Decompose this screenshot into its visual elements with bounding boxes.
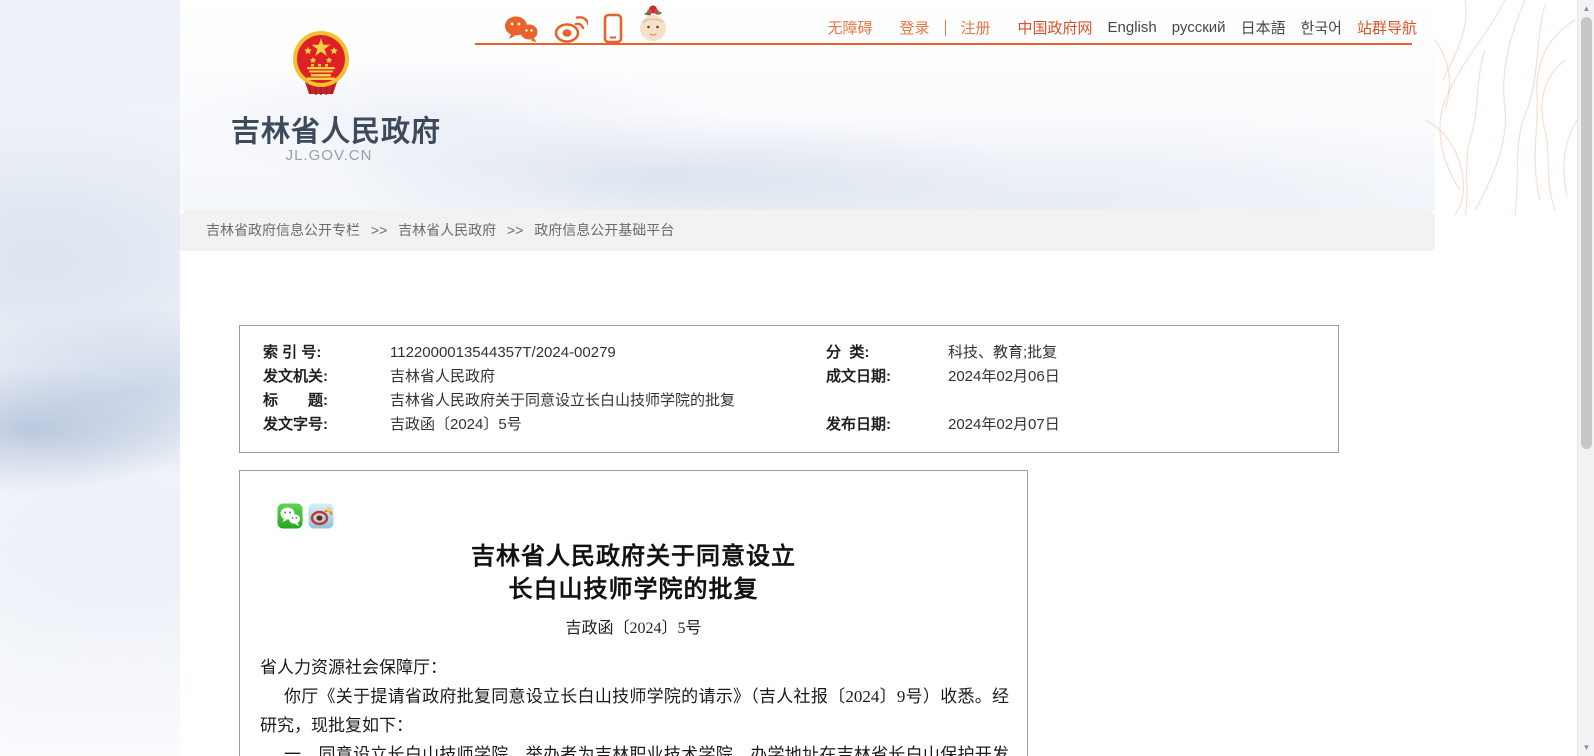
meta-label-doc-number: 发文字号: (263, 413, 390, 437)
vertical-scrollbar[interactable]: ▲ ▼ (1577, 0, 1594, 756)
meta-label-date-published: 发布日期: (826, 413, 948, 437)
meta-value-date-written: 2024年02月06日 (948, 365, 1338, 389)
lang-japanese-link[interactable]: 日本語 (1241, 17, 1286, 38)
mobile-icon[interactable] (603, 13, 623, 44)
document-title-line2: 长白山技师学院的批复 (509, 577, 759, 603)
nav-divider (945, 20, 946, 36)
meta-value-date-published: 2024年02月07日 (948, 413, 1338, 437)
lang-korean-link[interactable]: 한국어 (1301, 17, 1342, 38)
scrollbar-down-arrow[interactable]: ▼ (1578, 739, 1594, 756)
meta-value-doc-number: 吉政函〔2024〕5号 (390, 413, 826, 437)
meta-label-date-written: 成文日期: (826, 365, 948, 389)
scrollbar-thumb[interactable] (1581, 17, 1592, 449)
content-panel: 吉林省政府信息公开专栏 >> 吉林省人民政府 >> 政府信息公开基础平台 索 引… (180, 210, 1435, 756)
meta-label-issuing-agency: 发文机关: (263, 365, 390, 389)
scrollbar-up-arrow[interactable]: ▲ (1578, 0, 1594, 17)
share-button-row (277, 503, 1027, 529)
meta-value-empty (948, 389, 1338, 413)
document-metadata-box: 索 引 号: 1122000013544357T/2024-00279 分 类:… (239, 325, 1339, 453)
lang-english-link[interactable]: English (1108, 19, 1157, 36)
wechat-share-icon[interactable] (277, 503, 303, 529)
breadcrumb-item-jilin-gov[interactable]: 吉林省人民政府 (398, 222, 496, 238)
document-salutation: 省人力资源社会保障厅： (260, 653, 1009, 682)
meta-label-title: 标 题: (263, 389, 390, 413)
document-content-box: 吉林省人民政府关于同意设立 长白山技师学院的批复 吉政函〔2024〕5号 省人力… (239, 470, 1028, 756)
gov-cn-link[interactable]: 中国政府网 (1018, 17, 1093, 38)
social-icon-row (503, 6, 668, 44)
document-title-line1: 吉林省人民政府关于同意设立 (471, 544, 796, 570)
register-link[interactable]: 注册 (961, 17, 991, 38)
meta-value-title: 吉林省人民政府关于同意设立长白山技师学院的批复 (390, 389, 826, 413)
meta-label-category: 分 类: (826, 341, 948, 365)
lang-russian-link[interactable]: русский (1172, 19, 1226, 36)
meta-value-category: 科技、教育;批复 (948, 341, 1338, 365)
mascot-icon[interactable] (638, 4, 668, 44)
meta-label-index-number: 索 引 号: (263, 341, 390, 365)
weibo-icon[interactable] (554, 14, 588, 44)
document-number: 吉政函〔2024〕5号 (240, 614, 1027, 638)
document-paragraph: 一、同意设立长白山技师学院。举办者为吉林职业技术学院，办学地址在吉林省长白山保护… (260, 740, 1009, 756)
top-navigation: 无障碍 登录 注册 中国政府网 English русский 日本語 한국어 … (827, 17, 1417, 38)
wechat-icon[interactable] (503, 14, 539, 44)
site-group-nav-link[interactable]: 站群导航 (1357, 17, 1417, 38)
page: 吉林省人民政府 JL.GOV.CN (0, 0, 1594, 756)
breadcrumb: 吉林省政府信息公开专栏 >> 吉林省人民政府 >> 政府信息公开基础平台 (180, 210, 1435, 251)
meta-value-index-number: 1122000013544357T/2024-00279 (390, 341, 826, 365)
header-divider-line (475, 43, 1412, 45)
breadcrumb-item-open-gov-column[interactable]: 吉林省政府信息公开专栏 (206, 222, 360, 238)
document-body: 省人力资源社会保障厅： 你厅《关于提请省政府批复同意设立长白山技师学院的请示》（… (240, 653, 1027, 756)
login-link[interactable]: 登录 (899, 17, 929, 38)
site-domain: JL.GOV.CN (231, 147, 427, 164)
weibo-share-icon[interactable] (308, 503, 334, 529)
accessibility-link[interactable]: 无障碍 (827, 17, 872, 38)
national-emblem (289, 30, 353, 98)
meta-value-issuing-agency: 吉林省人民政府 (390, 365, 826, 389)
mountain-background-left (0, 0, 180, 756)
floral-decoration (1425, 0, 1577, 215)
site-title: 吉林省人民政府 (231, 108, 427, 150)
breadcrumb-separator: >> (507, 222, 523, 238)
document-title: 吉林省人民政府关于同意设立 长白山技师学院的批复 (240, 541, 1027, 607)
metadata-table: 索 引 号: 1122000013544357T/2024-00279 分 类:… (263, 341, 1338, 437)
breadcrumb-separator: >> (371, 222, 387, 238)
document-paragraph: 你厅《关于提请省政府批复同意设立长白山技师学院的请示》（吉人社报〔2024〕9号… (260, 682, 1009, 740)
breadcrumb-item-current-platform: 政府信息公开基础平台 (534, 222, 674, 238)
meta-label-empty (826, 389, 948, 413)
